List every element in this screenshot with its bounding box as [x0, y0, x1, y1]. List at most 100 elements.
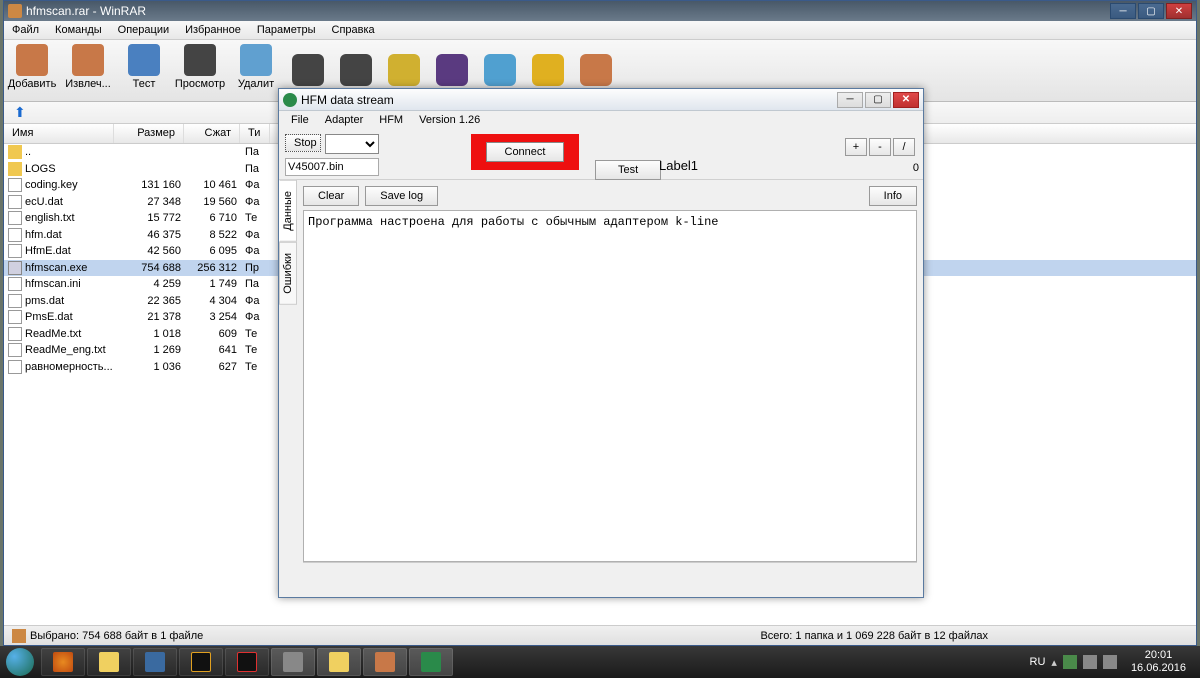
- col-size[interactable]: Размер: [114, 124, 184, 143]
- hfm-menu-item[interactable]: Adapter: [317, 111, 372, 130]
- hfm-maximize-button[interactable]: ▢: [865, 92, 891, 108]
- winrar-titlebar[interactable]: hfmscan.rar - WinRAR ─ ▢ ✕: [4, 1, 1196, 21]
- file-packed: 627: [185, 361, 241, 373]
- file-icon: [8, 327, 22, 341]
- hfm-minimize-button[interactable]: ─: [837, 92, 863, 108]
- adapter-combo[interactable]: [325, 134, 379, 154]
- file-name: hfmscan.ini: [25, 278, 115, 290]
- file-icon: [8, 294, 22, 308]
- stop-button[interactable]: Stop: [285, 134, 321, 152]
- file-packed: 4 304: [185, 295, 241, 307]
- taskbar-app3[interactable]: [225, 648, 269, 676]
- taskbar-hfm[interactable]: [409, 648, 453, 676]
- file-size: 22 365: [115, 295, 185, 307]
- taskbar-app4[interactable]: [271, 648, 315, 676]
- col-type[interactable]: Ти: [240, 124, 270, 143]
- toolbar-icon[interactable]: [388, 54, 420, 86]
- taskbar-explorer[interactable]: [87, 648, 131, 676]
- clear-button[interactable]: Clear: [303, 186, 359, 206]
- test-button[interactable]: Test: [595, 160, 661, 180]
- log-area[interactable]: Программа настроена для работы с обычным…: [303, 210, 917, 562]
- file-name: ..: [25, 146, 115, 158]
- log-scrollbar[interactable]: [303, 562, 917, 578]
- hfm-menu-item[interactable]: Version 1.26: [411, 111, 488, 130]
- tab-data[interactable]: Данные: [279, 180, 297, 242]
- file-name: HfmE.dat: [25, 245, 115, 257]
- file-size: 42 560: [115, 245, 185, 257]
- hfm-menu-item[interactable]: HFM: [371, 111, 411, 130]
- toolbar-button[interactable]: Добавить: [4, 40, 60, 101]
- file-input[interactable]: [285, 158, 379, 176]
- toolbar-icon[interactable]: [292, 54, 324, 86]
- toolbar-button[interactable]: Удалит: [228, 40, 284, 101]
- taskbar-folder[interactable]: [317, 648, 361, 676]
- connect-button[interactable]: Connect: [486, 142, 565, 162]
- toolbar-button[interactable]: Извлеч...: [60, 40, 116, 101]
- tray-network-icon[interactable]: [1083, 655, 1097, 669]
- file-type: Фа: [241, 196, 271, 208]
- toolbar-icon[interactable]: [532, 54, 564, 86]
- file-type: Пр: [241, 262, 271, 274]
- minus-button[interactable]: -: [869, 138, 891, 156]
- file-size: 46 375: [115, 229, 185, 241]
- taskbar-firefox[interactable]: [41, 648, 85, 676]
- status-selection: Выбрано: 754 688 байт в 1 файле: [30, 630, 203, 642]
- toolbar-icon[interactable]: [484, 54, 516, 86]
- toolbar-icon[interactable]: [580, 54, 612, 86]
- file-icon: [8, 178, 22, 192]
- hfm-close-button[interactable]: ✕: [893, 92, 919, 108]
- file-size: 1 269: [115, 344, 185, 356]
- file-packed: 10 461: [185, 179, 241, 191]
- hfm-app-icon: [283, 93, 297, 107]
- start-button[interactable]: [0, 646, 40, 678]
- file-icon: [8, 261, 22, 275]
- menu-item[interactable]: Операции: [110, 21, 177, 39]
- taskbar-winrar[interactable]: [363, 648, 407, 676]
- file-type: Те: [241, 361, 271, 373]
- lang-indicator[interactable]: RU: [1030, 656, 1046, 668]
- file-packed: 19 560: [185, 196, 241, 208]
- up-button[interactable]: ⬆: [14, 104, 26, 121]
- hfm-window: HFM data stream ─ ▢ ✕ FileAdapterHFMVers…: [278, 88, 924, 598]
- minimize-button[interactable]: ─: [1110, 3, 1136, 19]
- tray-up-icon[interactable]: ▴: [1051, 656, 1057, 669]
- toolbar-icon[interactable]: [340, 54, 372, 86]
- file-name: pms.dat: [25, 295, 115, 307]
- file-name: hfmscan.exe: [25, 262, 115, 274]
- hfm-menu-item[interactable]: File: [283, 111, 317, 130]
- file-packed: 609: [185, 328, 241, 340]
- file-size: 4 259: [115, 278, 185, 290]
- col-name[interactable]: Имя: [4, 124, 114, 143]
- toolbar-button[interactable]: Просмотр: [172, 40, 228, 101]
- menu-item[interactable]: Справка: [324, 21, 383, 39]
- file-name: coding.key: [25, 179, 115, 191]
- file-size: 15 772: [115, 212, 185, 224]
- taskbar: RU ▴ 20:01 16.06.2016: [0, 646, 1200, 678]
- status-icon: [12, 629, 26, 643]
- clock[interactable]: 20:01 16.06.2016: [1123, 649, 1194, 675]
- menu-item[interactable]: Файл: [4, 21, 47, 39]
- hfm-titlebar[interactable]: HFM data stream ─ ▢ ✕: [279, 89, 923, 111]
- tray-flag-icon[interactable]: [1063, 655, 1077, 669]
- maximize-button[interactable]: ▢: [1138, 3, 1164, 19]
- file-type: Фа: [241, 311, 271, 323]
- info-button[interactable]: Info: [869, 186, 917, 206]
- toolbar-icon[interactable]: [436, 54, 468, 86]
- tab-errors[interactable]: Ошибки: [279, 242, 297, 305]
- menu-item[interactable]: Параметры: [249, 21, 324, 39]
- file-packed: 641: [185, 344, 241, 356]
- close-button[interactable]: ✕: [1166, 3, 1192, 19]
- toolbar-button[interactable]: Тест: [116, 40, 172, 101]
- slash-button[interactable]: /: [893, 138, 915, 156]
- savelog-button[interactable]: Save log: [365, 186, 438, 206]
- taskbar-app2[interactable]: [179, 648, 223, 676]
- col-packed[interactable]: Сжат: [184, 124, 240, 143]
- menu-item[interactable]: Избранное: [177, 21, 249, 39]
- tray-sound-icon[interactable]: [1103, 655, 1117, 669]
- plus-button[interactable]: +: [845, 138, 867, 156]
- file-type: Па: [241, 163, 271, 175]
- file-icon: [8, 360, 22, 374]
- menu-item[interactable]: Команды: [47, 21, 110, 39]
- taskbar-app1[interactable]: [133, 648, 177, 676]
- file-type: Па: [241, 146, 271, 158]
